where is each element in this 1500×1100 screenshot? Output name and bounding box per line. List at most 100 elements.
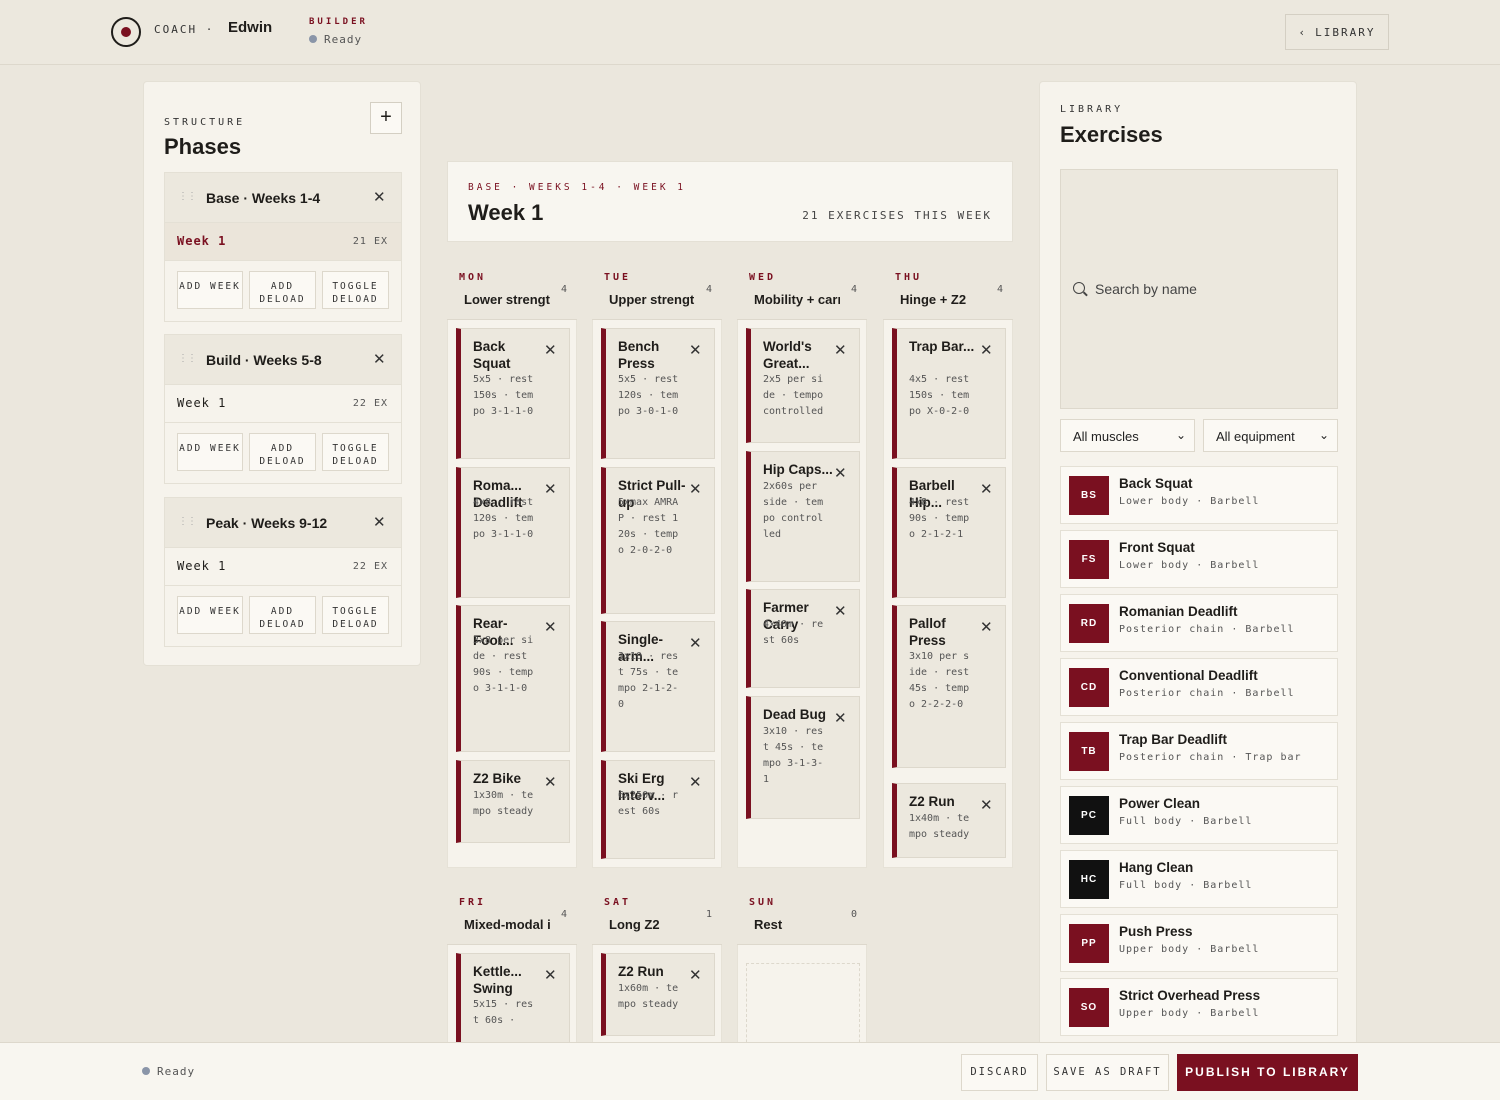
discard-button[interactable]: DISCARD [961,1054,1038,1091]
remove-icon[interactable]: ✕ [834,464,847,482]
exercise-card[interactable]: Hip Caps... 2x60s per side · tempo contro… [746,451,860,582]
save-draft-button[interactable]: SAVE AS DRAFT [1046,1054,1169,1091]
exercise-card[interactable]: Strict Pull-up 5xmax AMRAP · rest 120s · … [601,467,715,614]
library-item[interactable]: SO Strict Overhead Press Upper body · Barb… [1060,978,1338,1036]
library-item[interactable]: FS Front Squat Lower body · Barbell [1060,530,1338,588]
exercise-card[interactable]: Bench Press 5x5 · rest 120s · tempo 3-0-1… [601,328,715,459]
toggle-deload-button[interactable]: TOGGLE DELOAD [322,596,389,634]
muscle-filter-value: All muscles [1073,429,1139,444]
drag-handle-icon[interactable]: ⋮⋮ [178,353,197,364]
remove-icon[interactable]: ✕ [834,602,847,620]
library-item-meta: Posterior chain · Barbell [1119,624,1295,635]
day-name: Upper strength [609,292,695,307]
exercise-card[interactable]: Roma... Deadlift 4x8 · rest 120s · tempo … [456,467,570,598]
builder-status: Ready [309,33,362,46]
search-input[interactable]: Search by name [1060,169,1338,409]
library-item[interactable]: TB Trap Bar Deadlift Posterior chain · Tra… [1060,722,1338,780]
publish-button[interactable]: PUBLISH TO LIBRARY [1177,1054,1358,1091]
remove-icon[interactable]: ✕ [980,480,993,498]
add-week-button[interactable]: ADD WEEK [177,433,243,471]
exercise-card[interactable]: Pallof Press 3x10 per side · rest 45s · t… [892,605,1006,768]
add-deload-button[interactable]: ADD DELOAD [249,433,316,471]
drag-handle-icon[interactable]: ⋮⋮ [178,516,197,527]
exercise-badge: FS [1069,540,1109,579]
add-week-button[interactable]: ADD WEEK [177,271,243,309]
add-deload-button[interactable]: ADD DELOAD [249,596,316,634]
phase-name: Build · Weeks 5-8 [206,352,322,368]
close-icon[interactable]: ✕ [373,188,386,206]
toggle-deload-button[interactable]: TOGGLE DELOAD [322,271,389,309]
remove-icon[interactable]: ✕ [544,480,557,498]
exercise-name: Kettle... Swing [473,964,522,996]
library-item-name: Romanian Deadlift [1119,604,1238,619]
footer-bar: Ready DISCARD SAVE AS DRAFT PUBLISH TO L… [0,1042,1500,1100]
exercise-card[interactable]: Single-arm... 3x10 · rest 75s · tempo 2-1… [601,621,715,752]
day-body: World's Great... 2x5 per side · tempo con… [737,320,867,868]
exercise-card[interactable]: World's Great... 2x5 per side · tempo con… [746,328,860,443]
add-deload-button[interactable]: ADD DELOAD [249,271,316,309]
library-button[interactable]: ‹ LIBRARY [1285,14,1389,50]
remove-icon[interactable]: ✕ [834,341,847,359]
exercise-card[interactable]: Barbell Hip... 4x8 · rest 90s · tempo 2-1… [892,467,1006,598]
library-item[interactable]: PP Push Press Upper body · Barbell [1060,914,1338,972]
remove-icon[interactable]: ✕ [980,796,993,814]
remove-icon[interactable]: ✕ [544,773,557,791]
add-week-button[interactable]: ADD WEEK [177,596,243,634]
exercise-card[interactable]: Z2 Bike 1x30m · tempo steady ✕ [456,760,570,843]
exercise-card[interactable]: Z2 Run 1x60m · tempo steady ✕ [601,953,715,1036]
phase-week-item[interactable]: Week 1 22 EX [165,548,401,586]
exercise-detail: 1x60m · tempo steady [618,983,679,1010]
exercise-card[interactable]: Back Squat 5x5 · rest 150s · tempo 3-1-1-… [456,328,570,459]
exercise-badge: PP [1069,924,1109,963]
library-item[interactable]: HC Hang Clean Full body · Barbell [1060,850,1338,908]
remove-icon[interactable]: ✕ [980,341,993,359]
remove-icon[interactable]: ✕ [689,341,702,359]
top-bar: COACH · Edwin BUILDER Ready ‹ LIBRARY [0,0,1500,65]
library-item[interactable]: CD Conventional Deadlift Posterior chain ·… [1060,658,1338,716]
library-item[interactable]: PC Power Clean Full body · Barbell [1060,786,1338,844]
close-icon[interactable]: ✕ [373,513,386,531]
muscle-filter-select[interactable]: All muscles ⌄ [1060,419,1195,452]
remove-icon[interactable]: ✕ [689,634,702,652]
toggle-deload-button[interactable]: TOGGLE DELOAD [322,433,389,471]
phase-card: ⋮⋮ Build · Weeks 5-8 ✕ Week 1 22 EX ADD … [164,334,402,484]
exercise-card[interactable]: Rear-Foot... 3x8 per side · rest 90s · te… [456,605,570,752]
day-count: 1 [705,909,712,920]
library-item-name: Conventional Deadlift [1119,668,1258,683]
phase-header: ⋮⋮ Peak · Weeks 9-12 ✕ [165,498,401,548]
library-item-meta: Full body · Barbell [1119,816,1253,827]
drag-handle-icon[interactable]: ⋮⋮ [178,191,197,202]
exercise-card[interactable]: Trap Bar... 4x5 · rest 150s · tempo X-0-2… [892,328,1006,459]
exercise-detail: 2x5 per side · tempo controlled [763,374,824,417]
library-item-meta: Upper body · Barbell [1119,1008,1260,1019]
equipment-filter-select[interactable]: All equipment ⌄ [1203,419,1338,452]
structure-panel: STRUCTURE Phases + ⋮⋮ Base · Weeks 1-4 ✕… [143,81,421,666]
day-count: 4 [560,909,567,920]
library-item[interactable]: RD Romanian Deadlift Posterior chain · Bar… [1060,594,1338,652]
exercise-card[interactable]: Ski Erg Interv... 6x250m · rest 60s ✕ [601,760,715,859]
remove-icon[interactable]: ✕ [544,966,557,984]
phase-header: ⋮⋮ Base · Weeks 1-4 ✕ [165,173,401,223]
exercise-card[interactable]: Farmer Carry 4x40m · rest 60s ✕ [746,589,860,688]
exercise-detail: 4x5 · rest 150s · tempo X-0-2-0 [909,374,970,417]
week-ex-count: 22 EX [352,561,388,572]
exercise-detail: 1x30m · tempo steady [473,790,534,817]
exercise-name: Z2 Run [909,794,955,809]
remove-icon[interactable]: ✕ [834,709,847,727]
library-item[interactable]: BS Back Squat Lower body · Barbell [1060,466,1338,524]
close-icon[interactable]: ✕ [373,350,386,368]
remove-icon[interactable]: ✕ [689,966,702,984]
remove-icon[interactable]: ✕ [689,773,702,791]
exercise-card[interactable]: Dead Bug 3x10 · rest 45s · tempo 3-1-3-1 ✕ [746,696,860,819]
remove-icon[interactable]: ✕ [544,341,557,359]
phase-week-item[interactable]: Week 1 21 EX [165,223,401,261]
remove-icon[interactable]: ✕ [689,480,702,498]
day-count: 4 [705,284,712,295]
day-label: SUN [749,897,777,908]
exercise-detail: 5x5 · rest 120s · tempo 3-0-1-0 [618,374,679,417]
phase-week-item[interactable]: Week 1 22 EX [165,385,401,423]
add-phase-button[interactable]: + [370,102,402,134]
exercise-card[interactable]: Z2 Run 1x40m · tempo steady ✕ [892,783,1006,858]
remove-icon[interactable]: ✕ [980,618,993,636]
remove-icon[interactable]: ✕ [544,618,557,636]
